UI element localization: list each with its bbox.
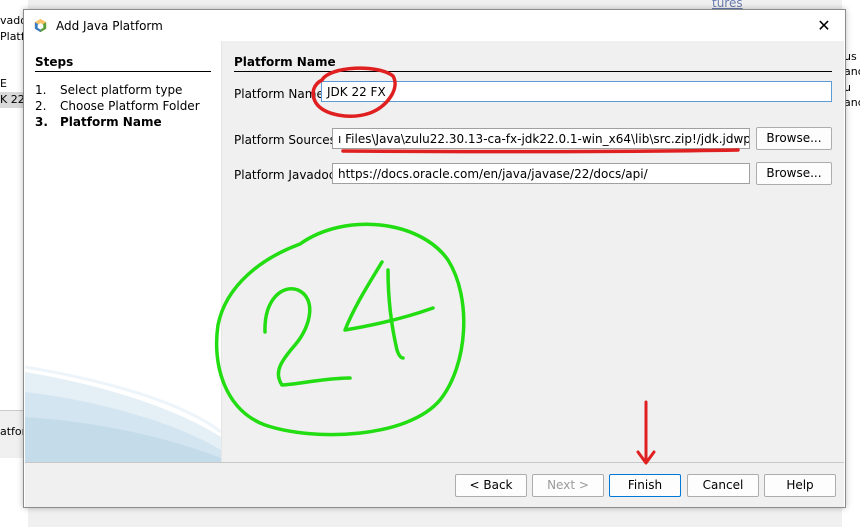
step-item: 1. Select platform type xyxy=(35,83,182,97)
step-number: 1. xyxy=(35,83,47,97)
step-label: Platform Name xyxy=(60,115,162,129)
back-button[interactable]: < Back xyxy=(455,474,527,497)
step-number: 3. xyxy=(35,115,48,129)
step-item-active: 3. Platform Name xyxy=(35,115,162,129)
platform-javadoc-field[interactable]: https://docs.oracle.com/en/java/javase/2… xyxy=(332,163,750,184)
background-text: Platf xyxy=(0,30,25,43)
section-heading: Platform Name xyxy=(234,55,336,69)
background-text: K 22 xyxy=(0,93,25,106)
platform-name-field[interactable]: JDK 22 FX xyxy=(321,81,832,102)
steps-heading: Steps xyxy=(35,55,74,69)
background-text: and xyxy=(844,65,860,78)
main-panel: Platform Name Platform Name: JDK 22 FX P… xyxy=(222,41,844,462)
help-button[interactable]: Help xyxy=(764,474,836,497)
add-java-platform-dialog: Add Java Platform ✕ Steps 1. Select platf… xyxy=(23,9,846,508)
platform-name-label: Platform Name: xyxy=(234,87,328,101)
button-bar: < Back Next > Finish Cancel Help xyxy=(25,462,844,507)
platform-javadoc-label: Platform Javadoc: xyxy=(234,168,340,182)
decorative-swoosh xyxy=(25,365,221,462)
title-bar[interactable]: Add Java Platform ✕ xyxy=(24,10,845,41)
finish-button[interactable]: Finish xyxy=(609,474,681,497)
background-text: E xyxy=(0,77,7,90)
next-button[interactable]: Next > xyxy=(532,474,604,497)
steps-divider xyxy=(35,71,211,72)
step-item: 2. Choose Platform Folder xyxy=(35,99,200,113)
platform-sources-field[interactable]: ı Files\Java\zulu22.30.13-ca-fx-jdk22.0.… xyxy=(332,128,750,149)
section-divider xyxy=(234,71,832,72)
cancel-button[interactable]: Cancel xyxy=(687,474,759,497)
close-button[interactable]: ✕ xyxy=(813,16,835,36)
step-label: Choose Platform Folder xyxy=(60,99,200,113)
background-text: and xyxy=(844,96,860,109)
browse-javadoc-button[interactable]: Browse... xyxy=(756,162,832,185)
step-number: 2. xyxy=(35,99,47,113)
browse-sources-button[interactable]: Browse... xyxy=(756,127,832,150)
platform-sources-label: Platform Sources: xyxy=(234,133,340,147)
step-label: Select platform type xyxy=(60,83,183,97)
dialog-title: Add Java Platform xyxy=(56,19,163,33)
steps-panel: Steps 1. Select platform type 2. Choose Pl… xyxy=(25,41,222,462)
netbeans-cube-icon xyxy=(34,18,47,33)
